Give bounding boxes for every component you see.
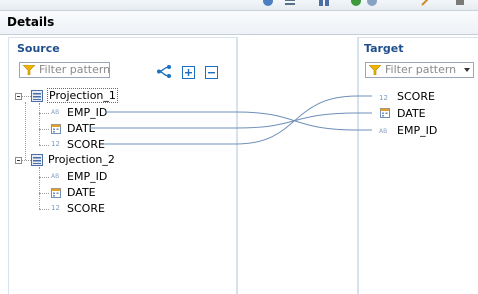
layout-icon[interactable] — [318, 0, 330, 7]
tree-connector — [39, 145, 49, 146]
projection-1-label: Projection_1 — [47, 88, 118, 103]
projection-2-node[interactable]: Projection_2 — [48, 153, 115, 166]
number-type-icon: 12 — [51, 140, 60, 148]
collapse-toggle-projection-2[interactable] — [15, 157, 22, 164]
source-field-score-2[interactable]: SCORE — [67, 202, 105, 215]
run-icon[interactable] — [350, 0, 362, 7]
source-field-emp-id-2[interactable]: EMP_ID — [67, 170, 107, 183]
expand-all-icon[interactable] — [182, 66, 195, 79]
source-field-date-2[interactable]: DATE — [67, 186, 96, 199]
tree-connector — [25, 102, 26, 160]
target-field-date[interactable]: DATE — [397, 107, 426, 120]
filter-funnel-icon — [23, 65, 35, 75]
source-panel: Source Filter pattern Projection_1 AB EM… — [8, 37, 238, 294]
tree-connector — [39, 209, 49, 210]
target-field-score[interactable]: SCORE — [397, 90, 435, 103]
date-type-icon — [380, 108, 390, 118]
number-type-icon: 12 — [379, 94, 388, 102]
number-type-icon: 12 — [51, 204, 60, 212]
source-field-emp-id[interactable]: EMP_ID — [67, 106, 107, 119]
string-type-icon: AB — [51, 109, 60, 116]
tree-connector — [39, 113, 49, 114]
tree-connector — [39, 177, 49, 178]
target-title: Target — [364, 42, 404, 55]
string-type-icon: AB — [51, 173, 60, 180]
target-panel: Target Filter pattern 12 SCORE DATE AB E… — [357, 37, 478, 294]
toolbar-more-icon[interactable] — [454, 0, 466, 7]
target-filter-input[interactable]: Filter pattern — [365, 62, 474, 78]
tree-connector — [39, 193, 49, 194]
edit-icon[interactable] — [420, 0, 432, 7]
source-field-date[interactable]: DATE — [67, 122, 96, 135]
target-filter-placeholder: Filter pattern — [385, 63, 457, 76]
list-icon[interactable] — [284, 0, 296, 7]
details-header: Details — [0, 11, 478, 35]
globe-icon[interactable] — [262, 0, 274, 7]
auto-map-icon[interactable] — [157, 65, 171, 78]
projection-icon — [31, 90, 43, 102]
source-filter-input[interactable]: Filter pattern — [19, 62, 110, 78]
date-type-icon — [51, 124, 61, 134]
toolbar-strip — [0, 0, 478, 11]
tree-connector — [39, 167, 40, 209]
string-type-icon: AB — [379, 128, 388, 135]
chevron-down-icon[interactable] — [464, 68, 470, 72]
filter-funnel-icon — [369, 65, 381, 75]
collapse-toggle-projection-1[interactable] — [15, 93, 22, 100]
settings-icon[interactable] — [366, 0, 378, 7]
projection-1-node[interactable]: Projection_1 — [47, 88, 118, 103]
target-field-emp-id[interactable]: EMP_ID — [397, 124, 437, 137]
tree-connector — [39, 103, 40, 145]
source-field-score[interactable]: SCORE — [67, 138, 105, 151]
collapse-all-icon[interactable] — [205, 66, 218, 79]
projection-icon — [31, 154, 43, 166]
tree-connector — [39, 129, 49, 130]
details-title: Details — [7, 15, 55, 29]
source-filter-placeholder: Filter pattern — [39, 63, 111, 76]
date-type-icon — [51, 188, 61, 198]
source-title: Source — [17, 42, 60, 55]
